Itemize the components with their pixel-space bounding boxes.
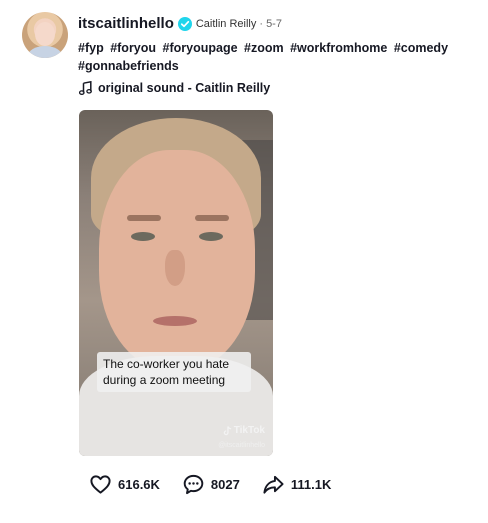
username-link[interactable]: itscaitlinhello [78, 15, 174, 32]
music-label: original sound - Caitlin Reilly [98, 81, 271, 95]
music-link[interactable]: original sound - Caitlin Reilly [79, 81, 270, 95]
hashtag-link[interactable]: #foryoupage [163, 41, 238, 55]
comment-button[interactable]: 8027 [182, 473, 240, 496]
action-bar: 616.6K 8027 111.1K [89, 473, 353, 496]
verified-badge-icon [177, 16, 192, 31]
avatar-shirt [28, 46, 62, 58]
hashtag-link[interactable]: #comedy [394, 41, 448, 55]
comment-count: 8027 [210, 477, 240, 492]
video-brow-left [127, 215, 161, 221]
video-brow-right [195, 215, 229, 221]
share-arrow-icon [263, 475, 284, 494]
hashtag-link[interactable]: #workfromhome [290, 41, 387, 55]
video-player[interactable]: The co-worker you hate during a zoom mee… [79, 110, 273, 456]
watermark-handle: @itscaitlinhello [218, 442, 265, 449]
avatar-face [35, 22, 55, 46]
watermark-label: TikTok [233, 425, 265, 436]
music-note-icon [79, 81, 92, 95]
separator-dot: · [259, 17, 264, 30]
share-button[interactable]: 111.1K [262, 473, 332, 496]
video-mouth [153, 316, 197, 326]
tiktok-logo-icon [223, 425, 231, 435]
comment-icon [183, 474, 204, 495]
hashtag-link[interactable]: #fyp [78, 41, 104, 55]
hashtag-link[interactable]: #zoom [244, 41, 284, 55]
hashtag-link[interactable]: #gonnabefriends [78, 59, 179, 73]
video-nose [165, 250, 185, 286]
avatar[interactable] [22, 12, 68, 58]
video-eye-right [199, 232, 223, 241]
caption: #fyp #foryou #foryoupage #zoom #workfrom… [78, 39, 458, 75]
tiktok-watermark: TikTok [223, 425, 265, 436]
like-count: 616.6K [118, 477, 160, 492]
hashtag-link[interactable]: #foryou [110, 41, 156, 55]
post-header: itscaitlinhello Caitlin Reilly · 5-7 [78, 15, 282, 32]
post-date: 5-7 [266, 17, 282, 30]
video-overlay-text: The co-worker you hate during a zoom mee… [97, 352, 251, 392]
like-button[interactable]: 616.6K [89, 473, 160, 496]
share-count: 111.1K [290, 477, 332, 492]
heart-icon [90, 475, 111, 494]
author-nickname: Caitlin Reilly [195, 17, 257, 30]
video-eye-left [131, 232, 155, 241]
